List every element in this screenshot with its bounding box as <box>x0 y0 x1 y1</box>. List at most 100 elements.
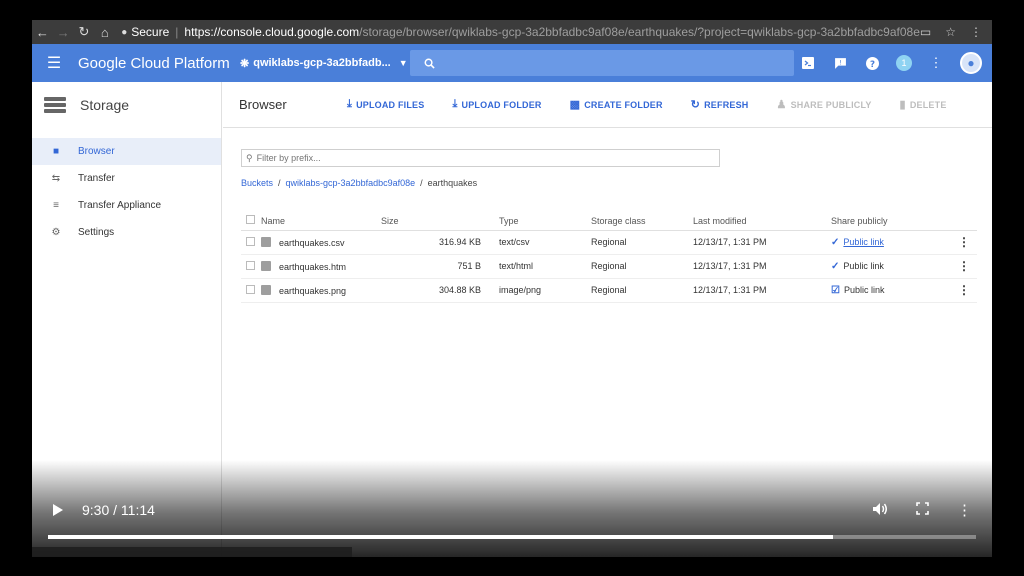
table-header-row: Name Size Type Storage class Last modifi… <box>241 212 977 231</box>
transfer-icon: ⇆ <box>51 173 61 184</box>
fullscreen-icon[interactable] <box>916 502 929 518</box>
column-header-last-modified[interactable]: Last modified <box>693 212 831 231</box>
video-progress-bar[interactable] <box>48 535 976 539</box>
upload-files-button[interactable]: ⤓ UPLOAD FILES <box>347 98 424 111</box>
public-link[interactable]: Public link <box>844 285 885 295</box>
file-name[interactable]: earthquakes.png <box>279 286 346 296</box>
file-icon <box>261 236 271 247</box>
delete-button[interactable]: ▮ DELETE <box>900 98 947 111</box>
url-path: /storage/browser/qwiklabs-gcp-3a2bbfadbc… <box>359 25 920 39</box>
forward-icon[interactable]: → <box>53 25 74 40</box>
address-separator: | <box>175 25 179 39</box>
play-icon[interactable] <box>52 503 66 517</box>
back-icon[interactable]: ← <box>32 25 53 40</box>
trash-icon: ▮ <box>899 99 906 111</box>
filter-input[interactable]: ⚲ Filter by prefix... <box>241 149 720 167</box>
action-toolbar: Browser ⤓ UPLOAD FILES ⤓ UPLOAD FOLDER ▩… <box>223 82 992 128</box>
notifications-badge[interactable]: 1 <box>896 55 912 71</box>
address-bar[interactable]: ● Secure | https://console.cloud.google.… <box>121 25 920 39</box>
storage-class: Regional <box>591 230 693 255</box>
search-input[interactable] <box>410 50 794 76</box>
video-progress-fill <box>48 535 834 539</box>
more-vert-icon[interactable]: ⋮ <box>957 501 972 519</box>
home-icon[interactable]: ⌂ <box>94 25 115 40</box>
sidebar-item-label: Transfer <box>78 173 115 184</box>
search-icon <box>424 58 435 69</box>
table-row: earthquakes.png 304.88 KB image/png Regi… <box>241 278 977 303</box>
chevron-down-icon: ▼ <box>398 58 408 68</box>
breadcrumb-separator: / <box>278 178 281 188</box>
column-header-name[interactable]: Name <box>261 212 381 231</box>
app-title[interactable]: Google Cloud Platform <box>78 55 230 72</box>
sidebar-item-transfer-appliance[interactable]: ≡ Transfer Appliance <box>32 192 221 219</box>
share-publicly-label: SHARE PUBLICLY <box>790 99 872 110</box>
breadcrumb-buckets[interactable]: Buckets <box>241 178 273 188</box>
file-type: image/png <box>499 278 591 303</box>
file-name[interactable]: earthquakes.csv <box>279 238 345 248</box>
row-checkbox[interactable] <box>246 260 255 270</box>
refresh-button[interactable]: ↻ REFRESH <box>691 98 749 111</box>
column-header-share: Share publicly <box>831 212 951 231</box>
public-checkbox[interactable]: ✓ <box>831 237 839 248</box>
cast-icon[interactable]: ▭ <box>920 25 931 39</box>
avatar[interactable]: ● <box>960 52 982 74</box>
file-name[interactable]: earthquakes.htm <box>279 262 346 272</box>
feedback-icon[interactable]: ! <box>832 55 848 71</box>
caption-bar <box>32 547 352 557</box>
sidebar-item-transfer[interactable]: ⇆ Transfer <box>32 165 221 192</box>
upload-folder-label: UPLOAD FOLDER <box>461 99 542 110</box>
public-link[interactable]: Public link <box>843 261 884 271</box>
file-type: text/html <box>499 254 591 279</box>
project-selector[interactable]: ❋ qwiklabs-gcp-3a2bbfadb... ▼ <box>240 57 408 70</box>
create-folder-label: CREATE FOLDER <box>584 99 663 110</box>
menu-dots-icon[interactable]: ⋮ <box>970 25 982 39</box>
row-menu-icon[interactable]: ⋮ <box>951 278 977 303</box>
files-table: Name Size Type Storage class Last modifi… <box>241 212 977 303</box>
row-menu-icon[interactable]: ⋮ <box>951 230 977 255</box>
volume-icon[interactable] <box>872 502 888 519</box>
row-menu-icon[interactable]: ⋮ <box>951 254 977 279</box>
file-type: text/csv <box>499 230 591 255</box>
share-publicly-button[interactable]: ♟ SHARE PUBLICLY <box>777 98 872 111</box>
breadcrumb-separator: / <box>420 178 423 188</box>
delete-label: DELETE <box>909 99 947 110</box>
project-name: qwiklabs-gcp-3a2bbfadb... <box>253 57 391 69</box>
public-link[interactable]: Public link <box>843 237 884 247</box>
select-all-checkbox[interactable] <box>246 215 255 225</box>
upload-icon: ⤓ <box>452 98 458 110</box>
people-icon: ♟ <box>776 99 787 111</box>
table-row: earthquakes.csv 316.94 KB text/csv Regio… <box>241 230 977 255</box>
row-checkbox[interactable] <box>246 284 255 294</box>
more-vert-icon[interactable]: ⋮ <box>928 55 944 71</box>
breadcrumb-bucket[interactable]: qwiklabs-gcp-3a2bbfadbc9af08e <box>286 178 416 188</box>
file-icon <box>261 284 271 295</box>
refresh-label: REFRESH <box>704 99 749 110</box>
public-checkbox[interactable]: ☑ <box>831 285 840 296</box>
column-header-size[interactable]: Size <box>381 212 499 231</box>
cloud-shell-icon[interactable] <box>800 55 816 71</box>
create-folder-button[interactable]: ▩ CREATE FOLDER <box>570 98 663 111</box>
sidebar-item-settings[interactable]: ⚙ Settings <box>32 219 221 246</box>
last-modified: 12/13/17, 1:31 PM <box>693 230 831 255</box>
lock-icon: ● <box>121 26 128 38</box>
bucket-icon: ■ <box>52 146 60 157</box>
hamburger-menu-icon[interactable]: ☰ <box>32 53 76 73</box>
public-checkbox[interactable]: ✓ <box>831 261 839 272</box>
project-icon: ❋ <box>240 57 250 70</box>
reload-icon[interactable]: ↻ <box>74 24 95 40</box>
upload-icon: ⤓ <box>347 98 353 110</box>
row-checkbox[interactable] <box>246 236 255 246</box>
file-icon <box>261 260 271 271</box>
file-size: 751 B <box>381 254 499 279</box>
help-icon[interactable]: ? <box>864 55 880 71</box>
upload-folder-button[interactable]: ⤓ UPLOAD FOLDER <box>452 98 541 111</box>
star-icon[interactable]: ☆ <box>945 25 956 39</box>
sidebar-item-label: Transfer Appliance <box>78 200 162 211</box>
column-header-storage-class[interactable]: Storage class <box>591 212 693 231</box>
breadcrumb-current: earthquakes <box>427 178 478 188</box>
sidebar-header: Storage <box>32 82 221 128</box>
sidebar-item-browser[interactable]: ■ Browser <box>32 138 221 165</box>
video-frame: ← → ↻ ⌂ ● Secure | https://console.cloud… <box>32 20 992 557</box>
url-host: https://console.cloud.google.com <box>184 25 360 39</box>
column-header-type[interactable]: Type <box>499 212 591 231</box>
